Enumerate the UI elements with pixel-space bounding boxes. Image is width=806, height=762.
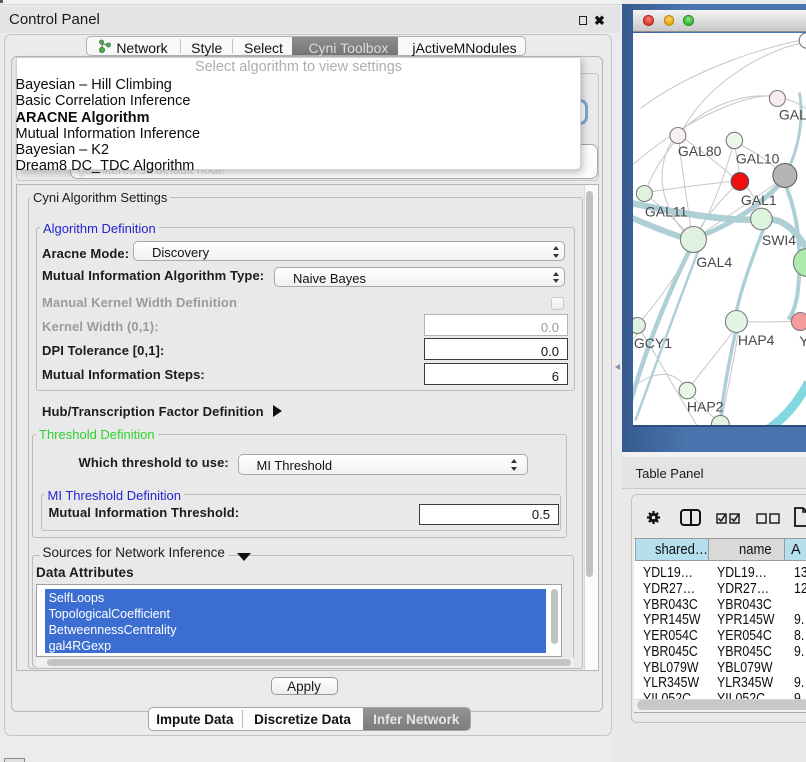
svg-text:GAL11: GAL11 xyxy=(644,203,687,219)
svg-text:GAL10: GAL10 xyxy=(735,150,779,166)
svg-text:GAL2: GAL2 xyxy=(778,106,805,122)
svg-text:GAL1: GAL1 xyxy=(740,191,776,207)
svg-text:SWI4: SWI4 xyxy=(761,231,795,247)
svg-text:HAP2: HAP2 xyxy=(686,398,723,414)
svg-text:GAL80: GAL80 xyxy=(677,143,721,159)
svg-text:HAP4: HAP4 xyxy=(737,331,774,347)
svg-text:GAL4: GAL4 xyxy=(696,253,732,269)
svg-text:GCY1: GCY1 xyxy=(633,334,671,350)
svg-text:Y: Y xyxy=(799,332,806,348)
